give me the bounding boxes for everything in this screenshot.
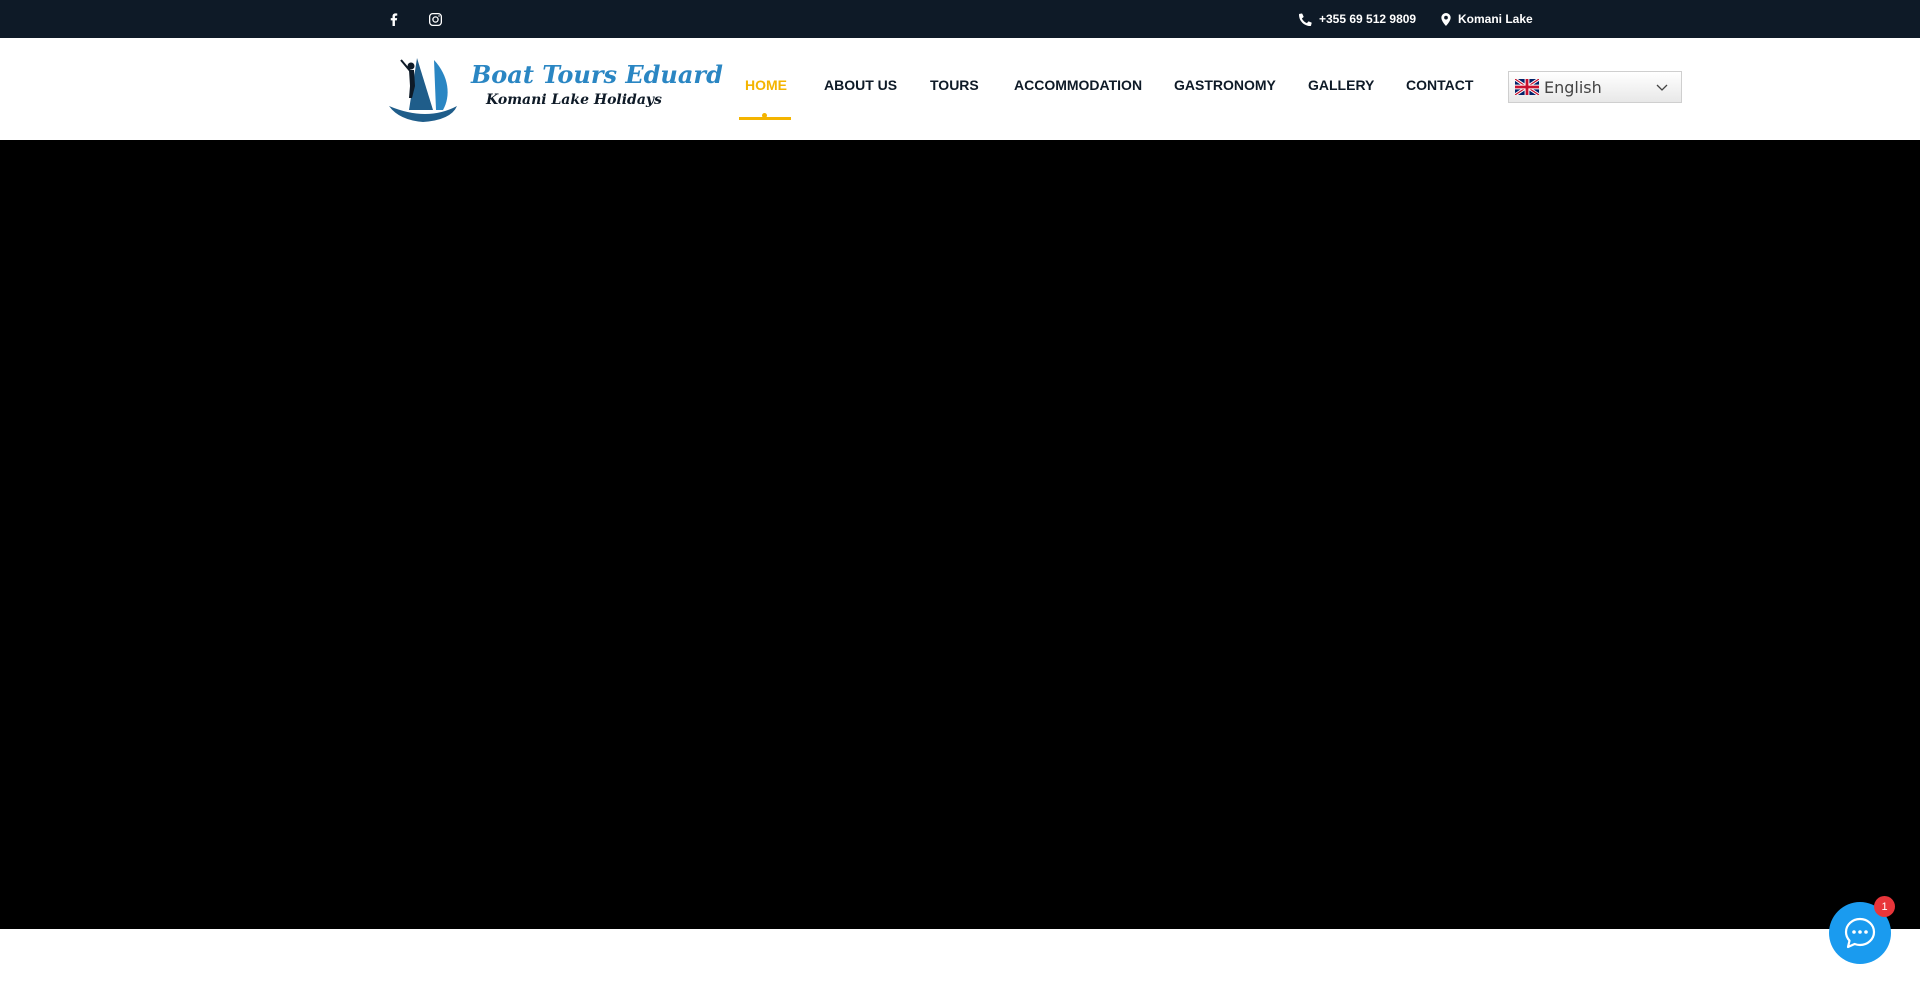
chevron-down-icon xyxy=(1656,84,1668,91)
sailboat-logo-icon xyxy=(389,58,457,122)
location-label: Komani Lake xyxy=(1458,12,1533,26)
instagram-link[interactable] xyxy=(423,0,447,38)
uk-flag-icon xyxy=(1515,79,1539,95)
logo-subtitle: Komani Lake Holidays xyxy=(486,92,662,108)
active-nav-dot xyxy=(762,113,767,118)
chat-notification-badge: 1 xyxy=(1874,896,1895,917)
facebook-link[interactable] xyxy=(382,0,406,38)
nav-about-us[interactable]: ABOUT US xyxy=(824,77,897,93)
logo-wordmark: Boat Tours Eduard Komani Lake Holidays xyxy=(471,60,723,108)
main-header: Boat Tours Eduard Komani Lake Holidays H… xyxy=(0,38,1920,140)
nav-contact[interactable]: CONTACT xyxy=(1406,77,1473,93)
language-selector[interactable]: English xyxy=(1508,71,1682,103)
chat-bubble-icon xyxy=(1844,917,1876,949)
nav-gallery[interactable]: GALLERY xyxy=(1308,77,1374,93)
language-label: English xyxy=(1544,77,1602,97)
site-logo[interactable]: Boat Tours Eduard Komani Lake Holidays xyxy=(387,52,723,124)
hero-video-area[interactable] xyxy=(0,140,1920,929)
phone-contact[interactable]: +355 69 512 9809 xyxy=(1299,0,1416,38)
logo-title: Boat Tours Eduard xyxy=(471,60,723,89)
location-contact[interactable]: Komani Lake xyxy=(1441,0,1533,38)
nav-home[interactable]: HOME xyxy=(745,77,787,93)
phone-number: +355 69 512 9809 xyxy=(1319,12,1417,26)
map-marker-icon xyxy=(1441,12,1451,26)
instagram-icon xyxy=(428,12,442,26)
nav-tours[interactable]: TOURS xyxy=(930,77,979,93)
nav-gastronomy[interactable]: GASTRONOMY xyxy=(1174,77,1276,93)
phone-icon xyxy=(1299,12,1312,26)
facebook-icon xyxy=(390,12,398,26)
nav-accommodation[interactable]: ACCOMMODATION xyxy=(1014,77,1142,93)
top-bar: +355 69 512 9809 Komani Lake xyxy=(0,0,1920,38)
